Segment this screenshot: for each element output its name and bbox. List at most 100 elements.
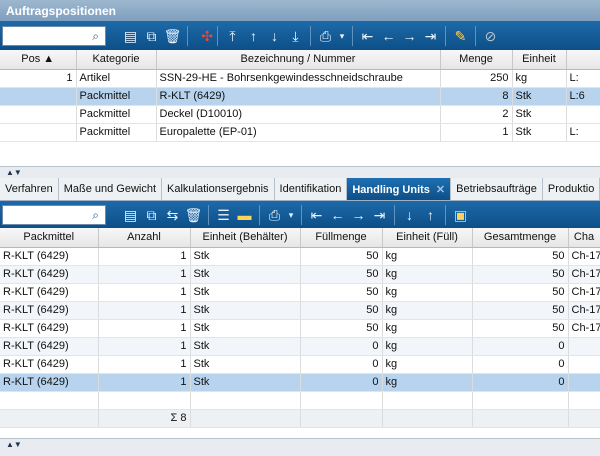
cell-einheit-fuell: kg — [382, 373, 473, 392]
cell-charge — [568, 355, 600, 374]
tab-kalkulationsergebnis[interactable]: Kalkulationsergebnis — [162, 178, 275, 200]
cell-bezeichnung: R-KLT (6429) — [156, 87, 441, 106]
package-icon[interactable]: ▣ — [450, 205, 471, 225]
tab-verfahren[interactable]: Verfahren — [0, 178, 59, 200]
table-row[interactable]: R-KLT (6429) 1 Stk 50 kg 50 Ch-17 — [0, 265, 600, 284]
cell-menge: 8 — [440, 87, 513, 106]
table-row[interactable]: R-KLT (6429) 1 Stk 0 kg 0 — [0, 337, 600, 356]
column-header-einheit-fuell[interactable]: Einheit (Füll) — [382, 228, 473, 248]
handling-units-search-input[interactable]: ⌕ — [2, 204, 106, 225]
table-row[interactable]: 1 Artikel SSN-29-HE - Bohrsenkgewindessc… — [0, 69, 600, 88]
tab-identifikation[interactable]: Identifikation — [274, 178, 348, 200]
cell-charge: Ch-17 — [568, 283, 600, 302]
move-down-icon[interactable]: ↓ — [399, 205, 420, 225]
positions-search-input[interactable]: ⌕ — [2, 25, 106, 46]
table-row[interactable]: R-KLT (6429) 1 Stk 50 kg 50 Ch-17 — [0, 319, 600, 338]
cell-charge: Ch-17 — [568, 247, 600, 266]
column-header-charge[interactable]: Cha — [568, 228, 600, 248]
cell-anzahl: 1 — [98, 247, 191, 266]
table-row[interactable]: R-KLT (6429) 1 Stk 0 kg 0 — [0, 373, 600, 392]
tab-produktion[interactable]: Produktio — [542, 178, 600, 200]
move-bottom-icon[interactable]: ⤓ — [285, 26, 306, 46]
column-header-einheit-behaelter[interactable]: Einheit (Behälter) — [190, 228, 301, 248]
column-header-fuellmenge[interactable]: Füllmenge — [300, 228, 383, 248]
table-row[interactable]: Packmittel Deckel (D10010) 2 Stk — [0, 105, 600, 124]
table-row[interactable]: Packmittel R-KLT (6429) 8 Stk L:6 — [0, 87, 600, 106]
delete-icon[interactable]: 🗑 — [162, 26, 183, 46]
cell-extra — [566, 105, 600, 124]
print-icon[interactable]: ⎙ — [264, 205, 285, 225]
cell-einheit: Stk — [190, 355, 301, 374]
new-document-icon[interactable]: ▤ — [120, 26, 141, 46]
bottom-splitter[interactable]: ▲▼ — [0, 438, 600, 456]
column-header-gesamtmenge[interactable]: Gesamtmenge — [472, 228, 569, 248]
new-document-icon[interactable]: ▤ — [120, 205, 141, 225]
column-header-pos[interactable]: Pos ▲ — [0, 50, 77, 70]
list-icon[interactable]: ☰ — [213, 205, 234, 225]
cell-anzahl: 1 — [98, 355, 191, 374]
cell-einheit: Stk — [512, 105, 567, 124]
first-icon[interactable]: ⇤ — [306, 205, 327, 225]
tab-handling-units[interactable]: Handling Units ✕ — [347, 178, 452, 200]
previous-icon[interactable]: ← — [327, 205, 348, 225]
swap-icon[interactable]: ⇆ — [162, 205, 183, 225]
cell-fuellmenge: 0 — [300, 337, 383, 356]
handling-units-grid: Packmittel Anzahl Einheit (Behälter) Fül… — [0, 228, 600, 438]
panel-splitter[interactable]: ▲▼ — [0, 166, 600, 178]
detail-tabs: Verfahren Maße und Gewicht Kalkulationse… — [0, 178, 600, 201]
next-icon[interactable]: → — [399, 26, 420, 46]
cell-einheit-fuell: kg — [382, 301, 473, 320]
column-header-bezeichnung[interactable]: Bezeichnung / Nummer — [156, 50, 441, 70]
previous-icon[interactable]: ← — [378, 26, 399, 46]
dropdown-icon[interactable]: ▾ — [285, 205, 297, 225]
cell-charge: Ch-17 — [568, 319, 600, 338]
table-row[interactable]: R-KLT (6429) 1 Stk 50 kg 50 Ch-17 — [0, 247, 600, 266]
cell-packmittel: R-KLT (6429) — [0, 319, 99, 338]
cell-packmittel: R-KLT (6429) — [0, 247, 99, 266]
column-header-extra[interactable] — [566, 50, 600, 70]
search-icon[interactable]: ⌕ — [92, 29, 99, 44]
next-icon[interactable]: → — [348, 205, 369, 225]
document-2-icon[interactable]: ⧉ — [141, 26, 162, 46]
move-up-icon[interactable]: ↑ — [243, 26, 264, 46]
move-top-icon[interactable]: ⤒ — [222, 26, 243, 46]
table-row[interactable]: Packmittel Europalette (EP-01) 1 Stk L: — [0, 123, 600, 142]
column-header-einheit[interactable]: Einheit — [512, 50, 567, 70]
table-row[interactable]: R-KLT (6429) 1 Stk 50 kg 50 Ch-17 — [0, 283, 600, 302]
move-up-icon[interactable]: ↑ — [420, 205, 441, 225]
table-row[interactable]: R-KLT (6429) 1 Stk 0 kg 0 — [0, 355, 600, 374]
document-copy-icon[interactable]: ⧉ — [141, 205, 162, 225]
column-header-anzahl[interactable]: Anzahl — [98, 228, 191, 248]
window-title: Auftragspositionen — [0, 0, 600, 21]
move-icon[interactable]: ✣ — [192, 26, 213, 46]
tab-betriebsauftraege[interactable]: Betriebsaufträge — [451, 178, 543, 200]
search-icon[interactable]: ⌕ — [92, 208, 99, 223]
print-icon[interactable]: ⎙ — [315, 26, 336, 46]
cell-pos — [0, 105, 77, 124]
sum-anzahl: Σ 8 — [98, 408, 191, 428]
edit-pencil-icon[interactable]: ✎ — [450, 26, 471, 46]
cell-kategorie: Packmittel — [76, 123, 157, 142]
first-icon[interactable]: ⇤ — [357, 26, 378, 46]
toolbar-separator — [187, 25, 188, 46]
move-down-icon[interactable]: ↓ — [264, 26, 285, 46]
column-header-packmittel[interactable]: Packmittel — [0, 228, 99, 248]
column-header-menge[interactable]: Menge — [440, 50, 513, 70]
card-icon[interactable]: ▬ — [234, 205, 255, 225]
last-icon[interactable]: ⇥ — [369, 205, 390, 225]
cell-gesamtmenge: 0 — [472, 355, 569, 374]
cell-fuellmenge: 50 — [300, 265, 383, 284]
cell-einheit: Stk — [190, 247, 301, 266]
column-header-kategorie[interactable]: Kategorie — [76, 50, 157, 70]
table-row[interactable]: R-KLT (6429) 1 Stk 50 kg 50 Ch-17 — [0, 301, 600, 320]
last-icon[interactable]: ⇥ — [420, 26, 441, 46]
toolbar-separator — [259, 204, 260, 225]
cancel-icon[interactable]: ⊘ — [480, 26, 501, 46]
delete-icon[interactable]: 🗑 — [183, 205, 204, 225]
cell-einheit: Stk — [512, 123, 567, 142]
toolbar-separator — [217, 25, 218, 46]
tab-masse-und-gewicht[interactable]: Maße und Gewicht — [58, 178, 163, 200]
cell-fuellmenge: 50 — [300, 301, 383, 320]
dropdown-icon[interactable]: ▾ — [336, 26, 348, 46]
close-tab-icon[interactable]: ✕ — [436, 184, 445, 196]
